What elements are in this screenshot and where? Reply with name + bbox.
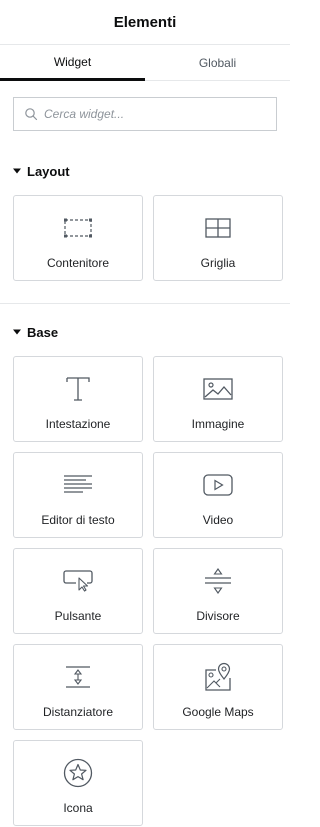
search-container: [0, 81, 290, 131]
widget-label: Contenitore: [46, 256, 110, 270]
section-toggle-layout[interactable]: Layout: [13, 161, 277, 181]
widget-text-editor[interactable]: Editor di testo: [13, 452, 143, 538]
tab-globali[interactable]: Globali: [145, 45, 290, 80]
panel-title: Elementi: [113, 13, 177, 31]
divider-icon: [202, 565, 234, 597]
section-title-base: Base: [27, 324, 59, 340]
section-base: Base Intestazione Immagine Editor di tes…: [0, 322, 290, 826]
widget-label: Griglia: [200, 256, 236, 270]
widget-label: Divisore: [196, 609, 240, 623]
section-divider: [0, 303, 290, 304]
search-input[interactable]: [44, 107, 266, 121]
image-icon: [202, 373, 234, 405]
widget-label: Distanziatore: [42, 705, 114, 719]
widget-label: Editor di testo: [41, 513, 115, 527]
widget-grid-base: Intestazione Immagine Editor di testo Vi…: [13, 356, 283, 826]
widget-label: Video: [202, 513, 234, 527]
text-editor-icon: [62, 469, 94, 501]
widget-label: Google Maps: [182, 705, 254, 719]
button-icon: [62, 565, 94, 597]
widget-grid[interactable]: Griglia: [153, 195, 283, 281]
widget-spacer[interactable]: Distanziatore: [13, 644, 143, 730]
widget-button[interactable]: Pulsante: [13, 548, 143, 634]
widget-google-maps[interactable]: Google Maps: [153, 644, 283, 730]
tab-bar: Widget Globali: [0, 45, 290, 81]
caret-down-icon: [13, 167, 21, 175]
tab-widget[interactable]: Widget: [0, 45, 145, 81]
widget-divider[interactable]: Divisore: [153, 548, 283, 634]
widget-label: Pulsante: [54, 609, 102, 623]
section-toggle-base[interactable]: Base: [13, 322, 277, 342]
grid-icon: [202, 212, 234, 244]
widget-video[interactable]: Video: [153, 452, 283, 538]
widget-label: Intestazione: [45, 417, 111, 431]
spacer-icon: [62, 661, 94, 693]
section-layout: Layout Contenitore Griglia: [0, 161, 290, 281]
widget-label: Icona: [63, 801, 93, 815]
video-icon: [202, 469, 234, 501]
widget-container[interactable]: Contenitore: [13, 195, 143, 281]
heading-icon: [62, 373, 94, 405]
google-maps-icon: [202, 661, 234, 693]
widget-label: Immagine: [191, 417, 245, 431]
star-icon: [62, 757, 94, 789]
widget-icon[interactable]: Icona: [13, 740, 143, 826]
widget-grid-layout: Contenitore Griglia: [13, 195, 283, 281]
panel-header: Elementi: [0, 0, 290, 45]
caret-down-icon: [13, 328, 21, 336]
search-box[interactable]: [13, 97, 277, 131]
widget-heading[interactable]: Intestazione: [13, 356, 143, 442]
search-icon: [24, 107, 38, 121]
section-title-layout: Layout: [27, 163, 70, 179]
container-icon: [62, 212, 94, 244]
widget-image[interactable]: Immagine: [153, 356, 283, 442]
